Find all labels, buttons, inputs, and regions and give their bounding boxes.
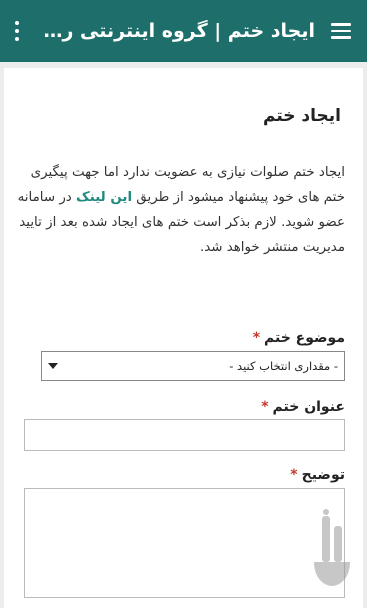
page-title: ایجاد ختم — [262, 106, 341, 126]
hamburger-menu-icon[interactable] — [315, 0, 367, 62]
intro-text: ایجاد ختم صلوات نیازی به عضویت ندارد اما… — [15, 160, 345, 260]
app-bar: ایجاد ختم | گروه اینترنتی ره... — [0, 0, 367, 62]
title-label: عنوان ختم* — [261, 399, 345, 415]
description-label: توضیح* — [290, 467, 345, 483]
topic-select-value: - مقداری انتخاب کنید - — [229, 359, 338, 373]
topic-label: موضوع ختم* — [253, 330, 345, 346]
dropdown-arrow-icon — [48, 363, 58, 369]
required-marker: * — [290, 467, 298, 483]
title-input[interactable] — [24, 419, 345, 451]
required-marker: * — [261, 399, 269, 415]
register-link[interactable]: این لینک — [76, 190, 132, 205]
description-textarea[interactable] — [24, 488, 345, 598]
overflow-menu-icon[interactable] — [0, 0, 34, 62]
required-marker: * — [252, 330, 261, 346]
title-label-text: عنوان ختم — [272, 399, 345, 415]
topic-label-text: موضوع ختم — [264, 330, 345, 346]
description-label-text: توضیح — [301, 467, 345, 483]
app-bar-title: ایجاد ختم | گروه اینترنتی ره... — [34, 20, 315, 42]
store-watermark-icon — [314, 509, 350, 586]
topic-select[interactable]: - مقداری انتخاب کنید - — [41, 351, 345, 381]
